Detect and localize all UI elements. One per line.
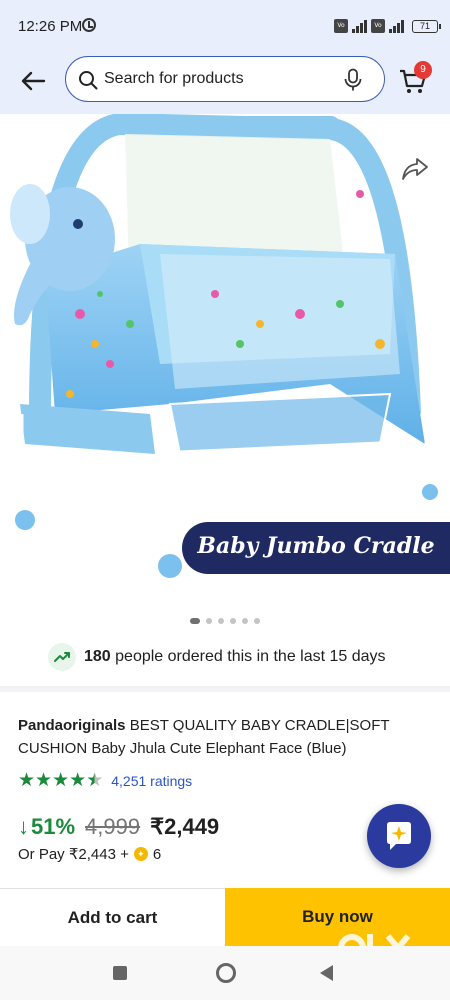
- or-pay-text: Or Pay ₹2,443 +: [18, 846, 129, 863]
- ratings-count[interactable]: 4,251 ratings: [111, 773, 192, 789]
- search-input[interactable]: Search for products: [65, 56, 385, 102]
- orders-label: people ordered this in the last 15 days: [115, 648, 386, 665]
- banner-text: Baby Jumbo Cradle: [197, 533, 435, 559]
- price-row: ↓ 51% 4,999 ₹2,449: [18, 812, 219, 842]
- status-bar: 12:26 PM Vo Vo 71: [0, 0, 450, 52]
- product-image[interactable]: Baby Jumbo Cradle: [0, 114, 450, 600]
- carousel-dot[interactable]: [206, 618, 212, 624]
- section-divider: [0, 686, 450, 692]
- supercoin-icon: ✦: [133, 847, 148, 861]
- back-arrow-icon[interactable]: [18, 66, 48, 96]
- recents-icon[interactable]: [113, 966, 127, 980]
- status-icons: Vo Vo 71: [334, 16, 441, 36]
- carousel-dots[interactable]: [0, 618, 450, 624]
- product-banner: Baby Jumbo Cradle: [182, 522, 450, 574]
- cart-count-badge: 9: [414, 61, 432, 79]
- carousel-dot[interactable]: [230, 618, 236, 624]
- alarm-icon: [82, 18, 96, 32]
- orders-text: 180 people ordered this in the last 15 d…: [84, 648, 386, 666]
- add-to-cart-button[interactable]: Add to cart: [0, 888, 225, 946]
- carousel-dot[interactable]: [242, 618, 248, 624]
- sale-price: ₹2,449: [150, 814, 220, 839]
- volte-icon: Vo: [371, 19, 385, 33]
- half-star-icon: ★: [86, 770, 104, 791]
- orders-count: 180: [84, 648, 111, 665]
- star-icon: ★: [52, 770, 70, 791]
- system-nav-bar: [0, 946, 450, 1000]
- star-icon: ★: [18, 770, 36, 791]
- nav-back-icon[interactable]: [320, 965, 333, 981]
- orders-info: 180 people ordered this in the last 15 d…: [48, 642, 386, 672]
- carousel-dot[interactable]: [254, 618, 260, 624]
- down-arrow-icon: ↓: [18, 814, 29, 839]
- coin-count: 6: [152, 845, 162, 863]
- battery-icon: 71: [412, 19, 441, 33]
- product-title: Pandaoriginals BEST QUALITY BABY CRADLE|…: [18, 714, 438, 760]
- or-pay-row: Or Pay ₹2,443 + ✦ 6: [18, 845, 162, 864]
- discount: ↓ 51%: [18, 814, 75, 840]
- home-icon[interactable]: [216, 963, 236, 983]
- carousel-dot[interactable]: [190, 618, 200, 624]
- sparkle-chat-icon: [387, 822, 411, 850]
- signal-icon: [352, 19, 367, 33]
- status-time: 12:26 PM: [18, 18, 83, 35]
- assistant-button[interactable]: [367, 804, 431, 868]
- original-price: 4,999: [85, 814, 141, 839]
- rating-row[interactable]: ★ ★ ★ ★ ★ 4,251 ratings: [18, 770, 192, 792]
- star-icon: ★: [35, 770, 53, 791]
- search-placeholder: Search for products: [104, 70, 244, 87]
- header: Search for products 9: [0, 52, 450, 114]
- signal-icon: [389, 19, 404, 33]
- carousel-dot[interactable]: [218, 618, 224, 624]
- mic-icon[interactable]: [342, 68, 364, 92]
- star-icon: ★: [69, 770, 87, 791]
- discount-percent: 51%: [31, 814, 76, 839]
- trending-up-icon: [48, 643, 76, 671]
- search-icon: [79, 71, 98, 90]
- brand-name: Pandaoriginals: [18, 717, 126, 734]
- volte-icon: Vo: [334, 19, 348, 33]
- share-icon[interactable]: [400, 154, 430, 184]
